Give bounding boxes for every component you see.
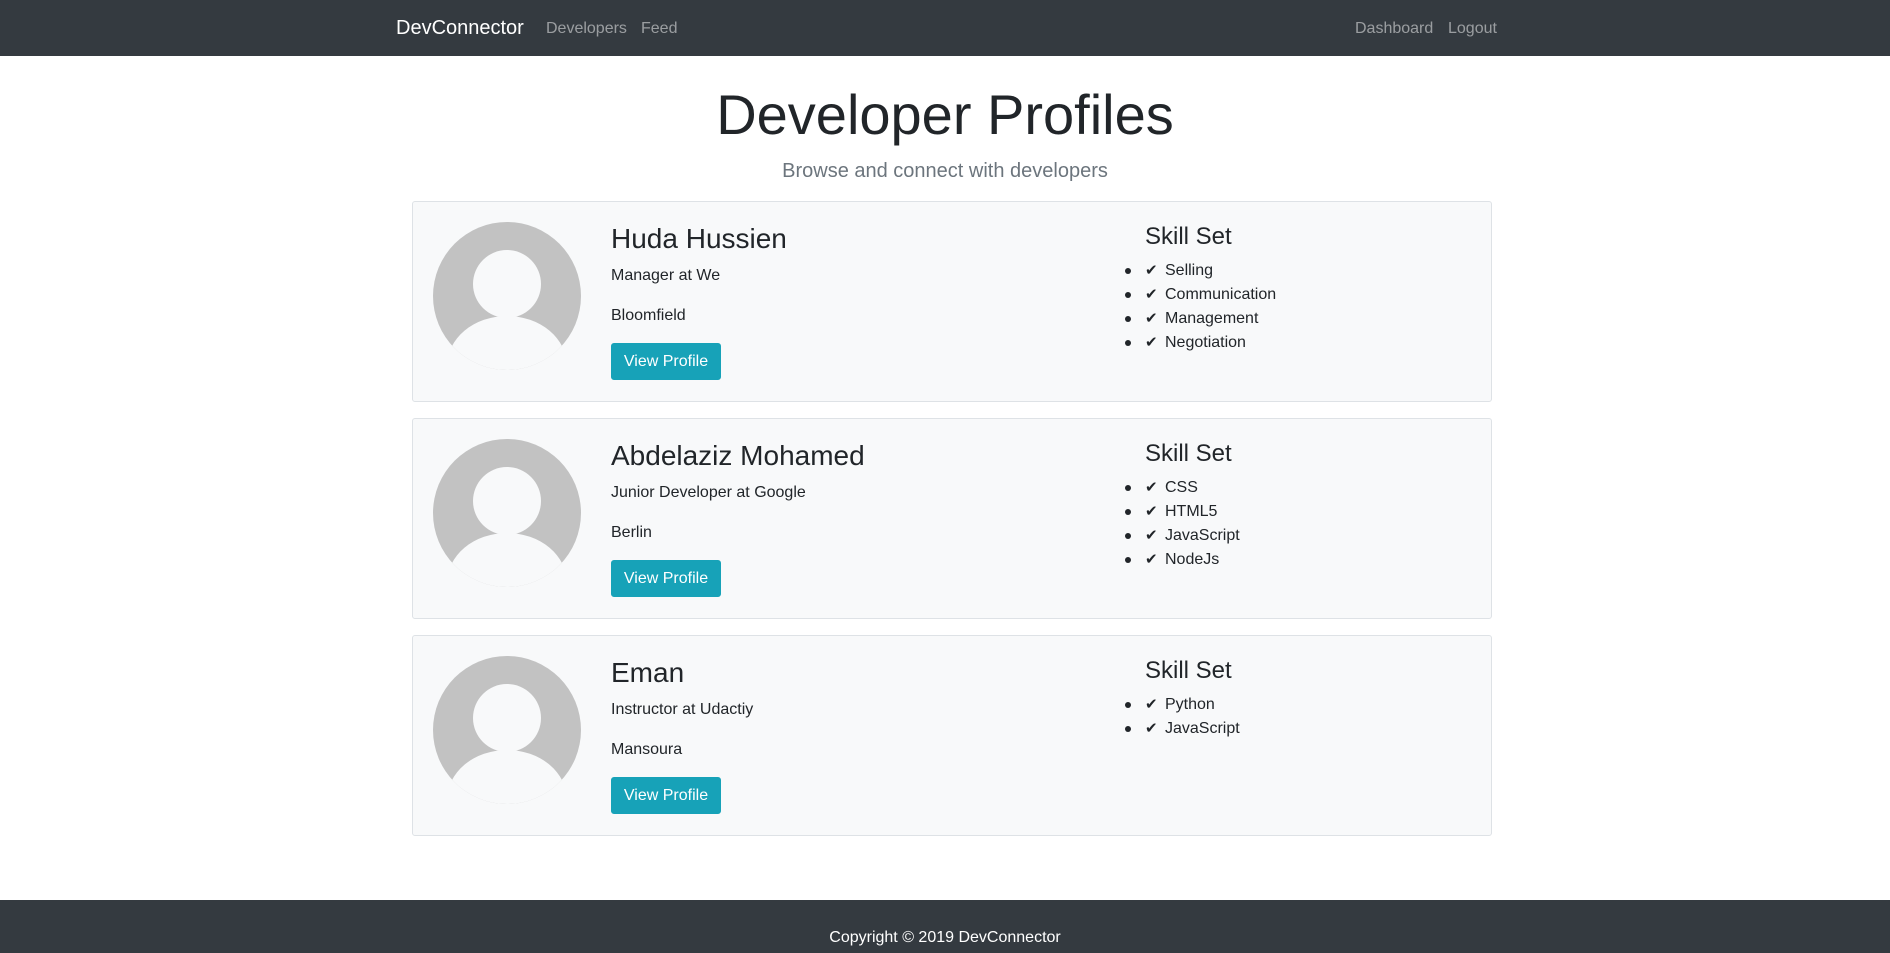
footer-copyright: Copyright © 2019 DevConnector	[829, 929, 1061, 946]
skill-item: ✔ CSS	[1125, 476, 1240, 500]
avatar	[433, 656, 581, 804]
skill-list: ✔ CSS ✔ HTML5 ✔ JavaScript ✔ NodeJs	[1125, 476, 1240, 572]
bullet-icon	[1125, 702, 1131, 708]
profile-name: Eman	[611, 657, 685, 688]
nav-logout-link[interactable]: Logout	[1448, 19, 1497, 39]
check-icon: ✔	[1145, 262, 1158, 279]
skill-item: ✔ HTML5	[1125, 500, 1240, 524]
skill-item: ✔ Communication	[1125, 283, 1276, 307]
bullet-icon	[1125, 292, 1131, 298]
skill-list: ✔ Python ✔ JavaScript	[1125, 693, 1240, 741]
bullet-icon	[1125, 557, 1131, 563]
skill-item: ✔ JavaScript	[1125, 524, 1240, 548]
profile-name: Huda Hussien	[611, 223, 787, 254]
view-profile-button[interactable]: View Profile	[611, 777, 721, 814]
skill-label: CSS	[1165, 479, 1198, 496]
brand-link[interactable]: DevConnector	[396, 16, 524, 40]
check-icon: ✔	[1145, 527, 1158, 544]
profile-card: Huda Hussien Manager at We Bloomfield Vi…	[412, 201, 1492, 402]
profile-card: Abdelaziz Mohamed Junior Developer at Go…	[412, 418, 1492, 619]
avatar-head-shape	[473, 250, 541, 318]
check-icon: ✔	[1145, 720, 1158, 737]
profile-status: Manager at We	[611, 267, 721, 284]
skill-item: ✔ JavaScript	[1125, 717, 1240, 741]
page-lead: Browse and connect with developers	[782, 160, 1108, 182]
view-profile-button[interactable]: View Profile	[611, 560, 721, 597]
skill-set-title: Skill Set	[1145, 657, 1232, 684]
bullet-icon	[1125, 533, 1131, 539]
skill-item: ✔ Management	[1125, 307, 1276, 331]
check-icon: ✔	[1145, 696, 1158, 713]
view-profile-button[interactable]: View Profile	[611, 343, 721, 380]
avatar-body-shape	[447, 750, 567, 804]
navbar: DevConnector Developers Feed Dashboard L…	[0, 0, 1890, 56]
profile-card: Eman Instructor at Udactiy Mansoura View…	[412, 635, 1492, 836]
profile-location: Bloomfield	[611, 307, 686, 324]
skill-item: ✔ Negotiation	[1125, 331, 1276, 355]
bullet-icon	[1125, 726, 1131, 732]
profile-location: Mansoura	[611, 741, 683, 758]
check-icon: ✔	[1145, 479, 1158, 496]
avatar-body-shape	[447, 533, 567, 587]
avatar-head-shape	[473, 684, 541, 752]
profile-status: Junior Developer at Google	[611, 484, 806, 501]
skill-label: JavaScript	[1165, 720, 1240, 737]
bullet-icon	[1125, 316, 1131, 322]
skill-label: Selling	[1165, 262, 1214, 279]
page-title: Developer Profiles	[716, 83, 1174, 146]
check-icon: ✔	[1145, 551, 1158, 568]
skill-label: HTML5	[1165, 503, 1218, 520]
profile-name: Abdelaziz Mohamed	[611, 440, 865, 471]
skill-label: Negotiation	[1165, 334, 1246, 351]
profile-status: Instructor at Udactiy	[611, 701, 754, 718]
skill-label: Communication	[1165, 286, 1277, 303]
profile-location: Berlin	[611, 524, 652, 541]
check-icon: ✔	[1145, 503, 1158, 520]
check-icon: ✔	[1145, 286, 1158, 303]
skill-label: NodeJs	[1165, 551, 1220, 568]
nav-feed-link[interactable]: Feed	[641, 19, 677, 39]
avatar-body-shape	[447, 316, 567, 370]
footer: Copyright © 2019 DevConnector	[0, 900, 1890, 953]
skill-label: JavaScript	[1165, 527, 1240, 544]
skill-item: ✔ Selling	[1125, 259, 1276, 283]
skill-label: Python	[1165, 696, 1215, 713]
avatar	[433, 222, 581, 370]
skill-item: ✔ Python	[1125, 693, 1240, 717]
avatar	[433, 439, 581, 587]
check-icon: ✔	[1145, 310, 1158, 327]
nav-developers-link[interactable]: Developers	[546, 19, 627, 39]
bullet-icon	[1125, 509, 1131, 515]
skill-item: ✔ NodeJs	[1125, 548, 1240, 572]
skill-list: ✔ Selling ✔ Communication ✔ Management ✔ Neg…	[1125, 259, 1276, 355]
skill-set-title: Skill Set	[1145, 223, 1232, 250]
bullet-icon	[1125, 340, 1131, 346]
bullet-icon	[1125, 485, 1131, 491]
avatar-head-shape	[473, 467, 541, 535]
nav-dashboard-link[interactable]: Dashboard	[1355, 19, 1433, 39]
check-icon: ✔	[1145, 334, 1158, 351]
skill-set-title: Skill Set	[1145, 440, 1232, 467]
bullet-icon	[1125, 268, 1131, 274]
skill-label: Management	[1165, 310, 1259, 327]
